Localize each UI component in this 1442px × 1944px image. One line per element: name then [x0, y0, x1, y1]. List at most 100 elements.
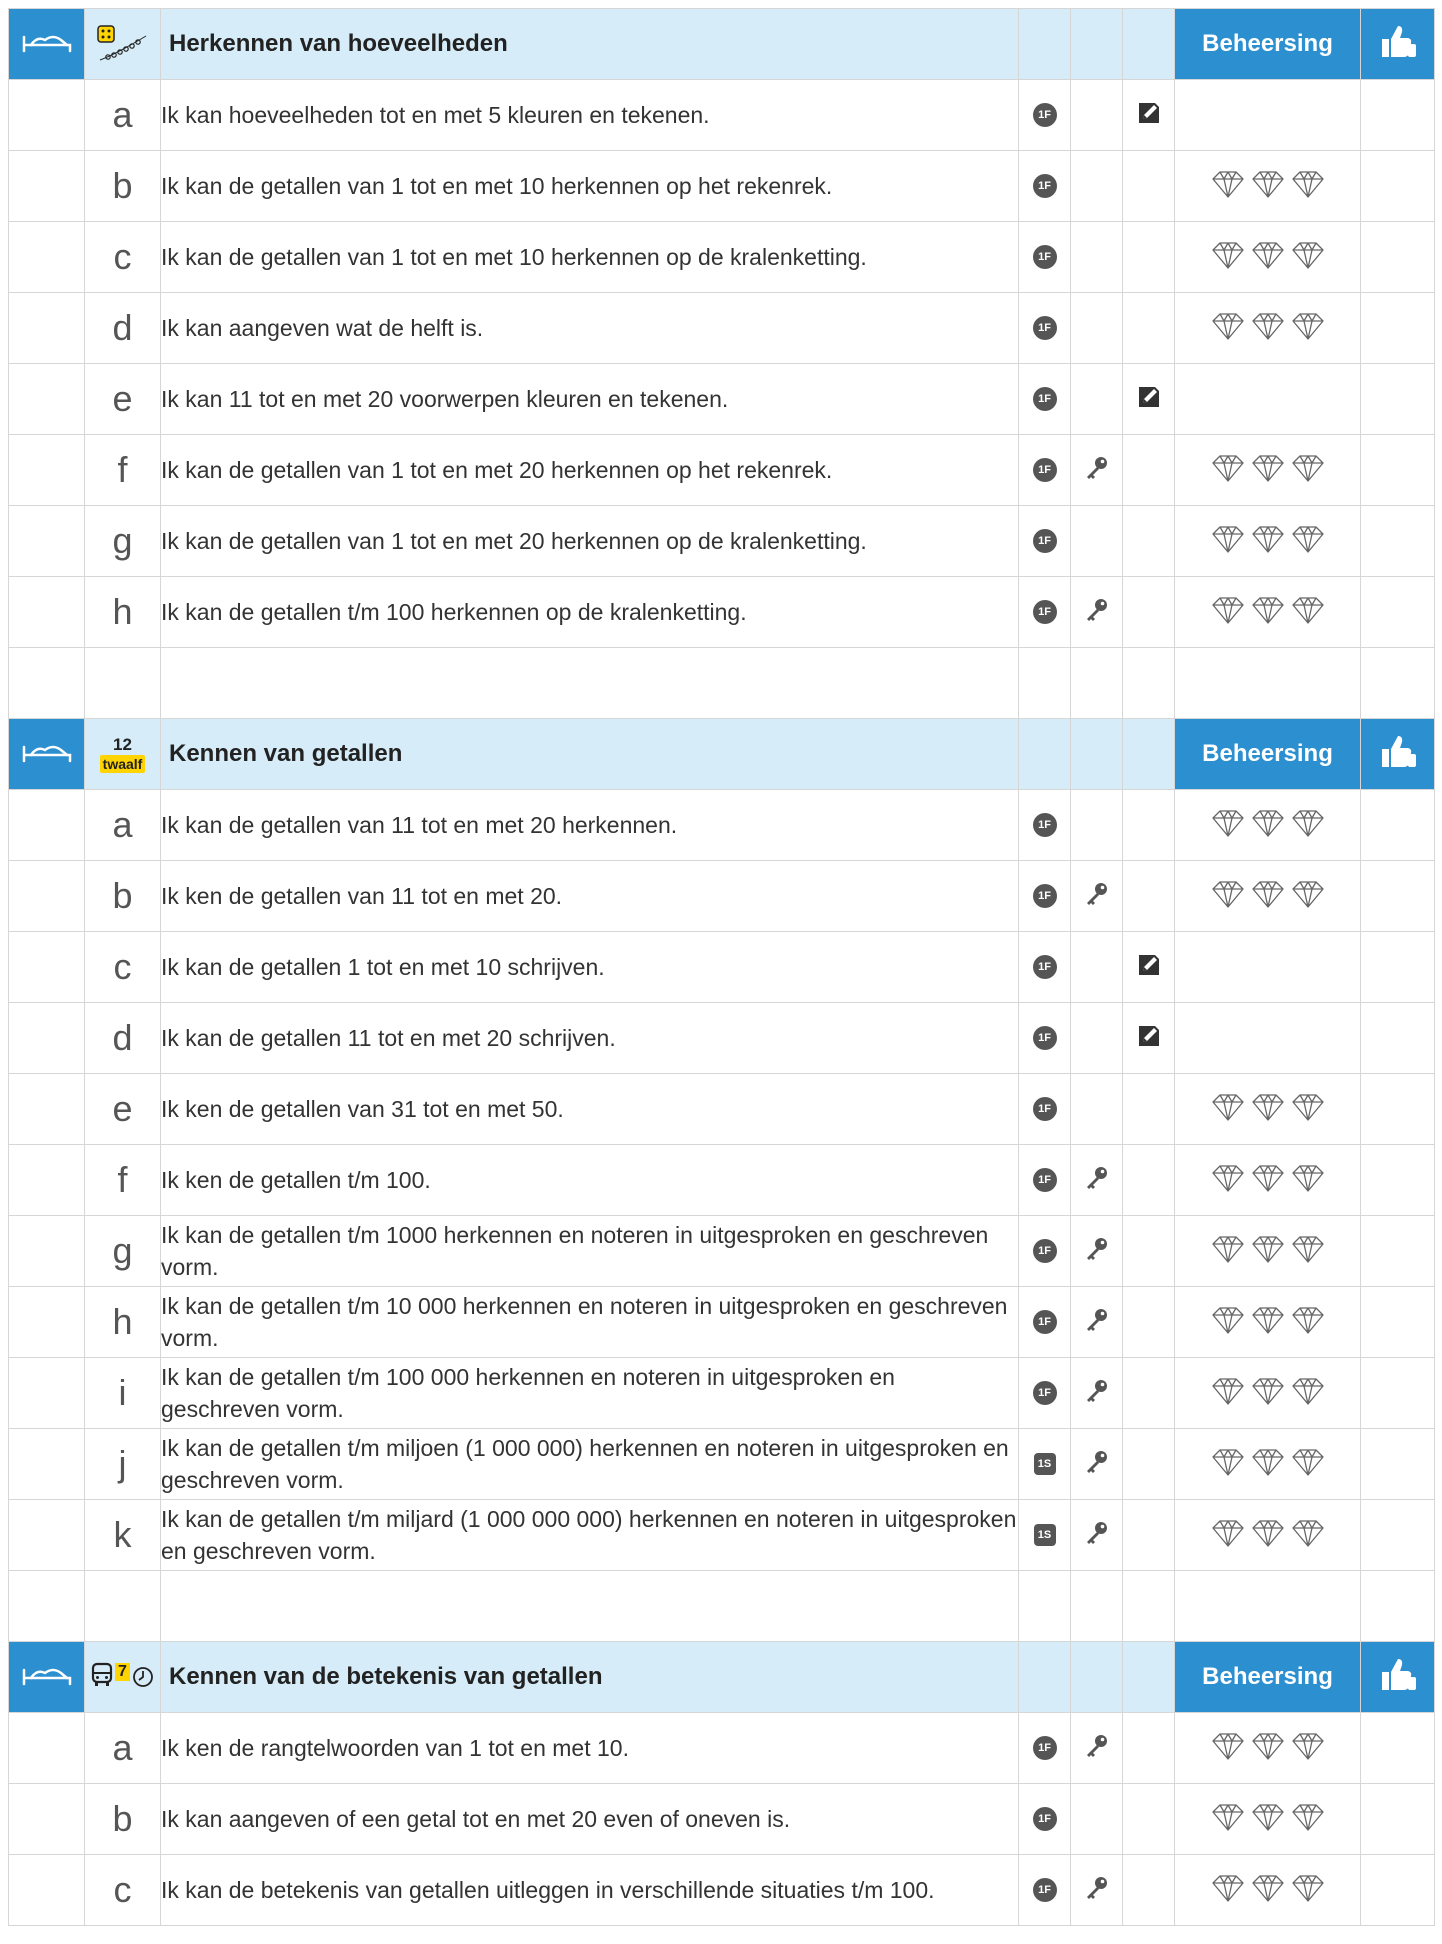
- diamond-icon[interactable]: [1291, 169, 1325, 204]
- diamond-icon[interactable]: [1251, 1092, 1285, 1127]
- diamond-icon[interactable]: [1211, 879, 1245, 914]
- thumb-cell[interactable]: [1360, 1215, 1435, 1287]
- diamond-icon[interactable]: [1211, 1305, 1245, 1340]
- thumb-cell[interactable]: [1360, 860, 1435, 932]
- diamond-icon[interactable]: [1251, 1873, 1285, 1908]
- diamond-icon[interactable]: [1211, 1092, 1245, 1127]
- diamond-icon[interactable]: [1211, 240, 1245, 275]
- diamond-icon[interactable]: [1251, 808, 1285, 843]
- thumb-cell[interactable]: [1360, 1002, 1435, 1074]
- thumb-cell[interactable]: [1360, 221, 1435, 293]
- thumb-cell[interactable]: [1360, 1428, 1435, 1500]
- diamond-icon[interactable]: [1291, 1447, 1325, 1482]
- diamond-icon[interactable]: [1291, 311, 1325, 346]
- diamond-icon[interactable]: [1251, 524, 1285, 559]
- thumb-cell[interactable]: [1360, 1073, 1435, 1145]
- goal-row: f Ik kan de getallen van 1 tot en met 20 …: [8, 434, 1435, 506]
- diamond-icon[interactable]: [1251, 1447, 1285, 1482]
- diamond-icon[interactable]: [1211, 169, 1245, 204]
- diamond-icon[interactable]: [1291, 524, 1325, 559]
- diamond-icon[interactable]: [1291, 1518, 1325, 1553]
- empty-cell: [1174, 647, 1361, 719]
- diamond-icon[interactable]: [1291, 595, 1325, 630]
- diamond-icon[interactable]: [1291, 1092, 1325, 1127]
- header-empty-cell: [1070, 718, 1123, 790]
- diamond-icon[interactable]: [1291, 808, 1325, 843]
- diamond-icon[interactable]: [1291, 240, 1325, 275]
- diamond-icon[interactable]: [1251, 1518, 1285, 1553]
- diamond-icon[interactable]: [1251, 1376, 1285, 1411]
- diamond-icon[interactable]: [1211, 1873, 1245, 1908]
- thumb-cell[interactable]: [1360, 505, 1435, 577]
- thumb-cell[interactable]: [1360, 1712, 1435, 1784]
- thumb-cell[interactable]: [1360, 1357, 1435, 1429]
- diamond-icon[interactable]: [1251, 1802, 1285, 1837]
- diamond-icon[interactable]: [1211, 311, 1245, 346]
- topic-word: twaalf: [99, 754, 146, 773]
- diamond-icon[interactable]: [1211, 1234, 1245, 1269]
- diamond-icon[interactable]: [1291, 1731, 1325, 1766]
- diamond-icon[interactable]: [1291, 1873, 1325, 1908]
- key-cell: [1070, 79, 1123, 151]
- diamond-icon[interactable]: [1211, 524, 1245, 559]
- level-badge: 1F: [1032, 813, 1057, 837]
- thumb-cell[interactable]: [1360, 1499, 1435, 1571]
- diamond-icon[interactable]: [1251, 1305, 1285, 1340]
- diamond-icon[interactable]: [1211, 1376, 1245, 1411]
- thumb-cell[interactable]: [1360, 1144, 1435, 1216]
- empty-cell: [8, 434, 85, 506]
- goal-letter: c: [84, 221, 161, 293]
- diamond-icon[interactable]: [1291, 1305, 1325, 1340]
- diamond-icon[interactable]: [1211, 595, 1245, 630]
- goal-row: e Ik kan 11 tot en met 20 voorwerpen kleu…: [8, 363, 1435, 435]
- diamond-icon[interactable]: [1291, 453, 1325, 488]
- thumb-cell[interactable]: [1360, 150, 1435, 222]
- diamond-icon[interactable]: [1251, 595, 1285, 630]
- thumb-cell[interactable]: [1360, 789, 1435, 861]
- thumb-cell[interactable]: [1360, 1854, 1435, 1926]
- diamond-icon[interactable]: [1211, 808, 1245, 843]
- diamond-icon[interactable]: [1211, 1518, 1245, 1553]
- diamond-icon[interactable]: [1211, 1802, 1245, 1837]
- thumb-cell[interactable]: [1360, 931, 1435, 1003]
- mastery-cell: [1174, 1215, 1361, 1287]
- goal-letter: d: [84, 1002, 161, 1074]
- diamond-icon[interactable]: [1251, 1163, 1285, 1198]
- diamond-icon[interactable]: [1251, 240, 1285, 275]
- diamond-icon[interactable]: [1291, 1234, 1325, 1269]
- thumb-cell[interactable]: [1360, 79, 1435, 151]
- diamond-icon[interactable]: [1291, 879, 1325, 914]
- mastery-diamonds: [1175, 1731, 1360, 1766]
- goal-statement: Ik ken de getallen van 31 tot en met 50.: [160, 1073, 1019, 1145]
- diamond-icon[interactable]: [1211, 1163, 1245, 1198]
- diamond-icon[interactable]: [1251, 169, 1285, 204]
- key-icon: [1084, 1308, 1110, 1337]
- diamond-icon[interactable]: [1211, 453, 1245, 488]
- thumb-cell[interactable]: [1360, 292, 1435, 364]
- diamond-icon[interactable]: [1211, 1731, 1245, 1766]
- thumb-cell[interactable]: [1360, 1783, 1435, 1855]
- key-icon: [1084, 1379, 1110, 1408]
- header-empty-cell: [1122, 1641, 1175, 1713]
- thumb-cell[interactable]: [1360, 1286, 1435, 1358]
- goal-letter: k: [84, 1499, 161, 1571]
- key-cell: [1070, 931, 1123, 1003]
- thumb-cell[interactable]: [1360, 363, 1435, 435]
- diamond-icon[interactable]: [1291, 1376, 1325, 1411]
- diamond-icon[interactable]: [1291, 1802, 1325, 1837]
- diamond-icon[interactable]: [1291, 1163, 1325, 1198]
- diamond-icon[interactable]: [1251, 1234, 1285, 1269]
- thumb-cell[interactable]: [1360, 434, 1435, 506]
- key-cell: [1070, 363, 1123, 435]
- diamond-icon[interactable]: [1251, 311, 1285, 346]
- thumb-cell[interactable]: [1360, 576, 1435, 648]
- diamond-icon[interactable]: [1251, 453, 1285, 488]
- diamond-icon[interactable]: [1211, 1447, 1245, 1482]
- pencil-cell: [1122, 931, 1175, 1003]
- pencil-cell: [1122, 434, 1175, 506]
- diamond-icon[interactable]: [1251, 1731, 1285, 1766]
- bus-icon: [91, 1662, 113, 1693]
- diamond-icon[interactable]: [1251, 879, 1285, 914]
- goal-statement: Ik ken de getallen van 11 tot en met 20.: [160, 860, 1019, 932]
- mastery-cell: [1174, 789, 1361, 861]
